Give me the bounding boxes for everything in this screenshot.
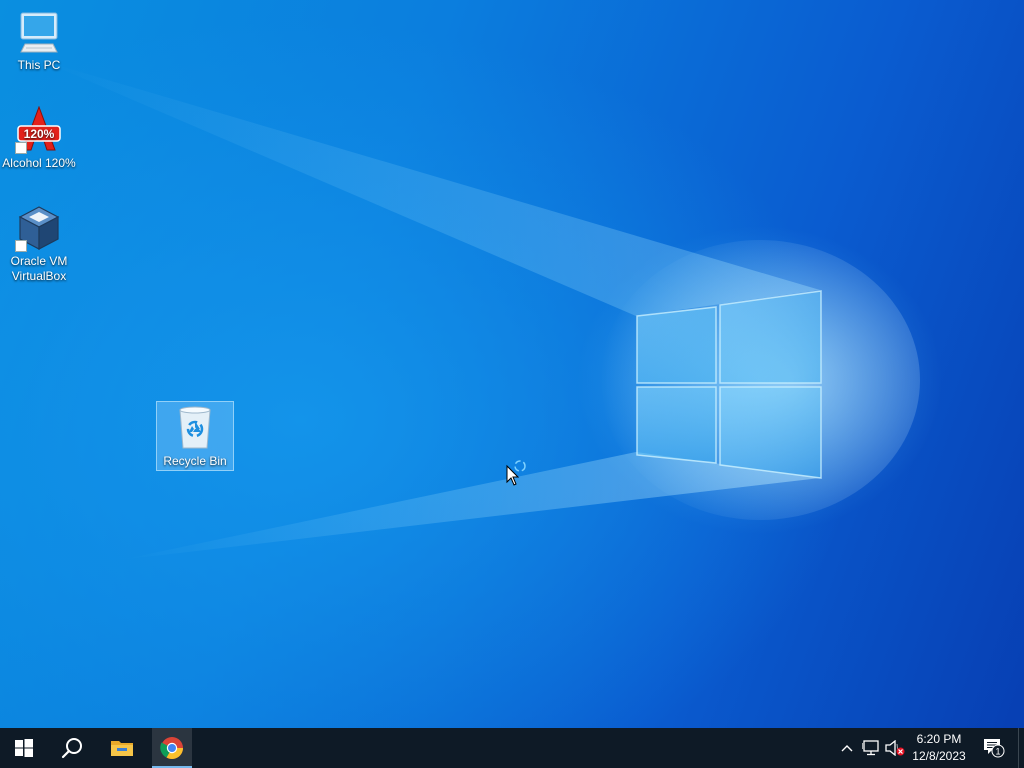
chrome-icon <box>160 737 183 759</box>
notification-count: 1 <box>995 747 1000 757</box>
windows-start-icon <box>15 739 33 757</box>
chevron-up-icon <box>841 745 853 752</box>
network-icon <box>862 740 879 756</box>
this-pc-icon <box>15 8 63 56</box>
wallpaper <box>40 60 920 560</box>
desktop-icon-virtualbox[interactable]: Oracle VM VirtualBox <box>0 204 78 284</box>
tray-network-button[interactable] <box>860 728 882 768</box>
shortcut-arrow-icon <box>15 240 27 252</box>
clock-time: 6:20 PM <box>916 732 962 746</box>
desktop-icon-label: Recycle Bin <box>163 454 227 468</box>
show-desktop-button[interactable] <box>1018 728 1024 768</box>
search-icon <box>61 738 82 759</box>
volume-muted-icon <box>885 740 905 756</box>
folder-icon <box>111 741 133 756</box>
taskbar-file-explorer[interactable] <box>98 728 146 768</box>
taskbar-google-chrome[interactable] <box>152 728 192 768</box>
virtualbox-icon <box>15 204 63 252</box>
alcohol-120-icon: 120% <box>15 105 63 154</box>
taskbar: 6:20 PM 12/8/2023 1 <box>0 728 1024 768</box>
search-button[interactable] <box>48 728 96 768</box>
clock-date: 12/8/2023 <box>912 749 966 763</box>
desktop-icon-alcohol-120[interactable]: 120% Alcohol 120% <box>0 105 78 171</box>
recycle-bin-icon <box>171 404 219 452</box>
desktop-icon-recycle-bin[interactable]: Recycle Bin <box>156 401 234 471</box>
action-center-button[interactable]: 1 <box>980 728 1008 768</box>
desktop-icon-this-pc[interactable]: This PC <box>0 8 78 73</box>
tray-overflow-button[interactable] <box>838 728 856 768</box>
desktop-icon-label: Oracle VM VirtualBox <box>10 254 68 283</box>
desktop-icon-label: This PC <box>17 58 61 72</box>
desktop-icon-label: Alcohol 120% <box>2 156 76 170</box>
notification-icon: 1 <box>984 739 1005 758</box>
desktop[interactable]: This PC 120% Alcohol 120% Oracle VM Virt… <box>0 0 1024 728</box>
start-button[interactable] <box>0 728 48 768</box>
taskbar-clock[interactable]: 6:20 PM 12/8/2023 <box>906 728 972 768</box>
tray-volume-button[interactable] <box>884 728 906 768</box>
shortcut-arrow-icon <box>15 142 27 154</box>
mouse-cursor-busy-icon <box>506 460 530 493</box>
alcohol-badge-text: 120% <box>24 127 55 141</box>
